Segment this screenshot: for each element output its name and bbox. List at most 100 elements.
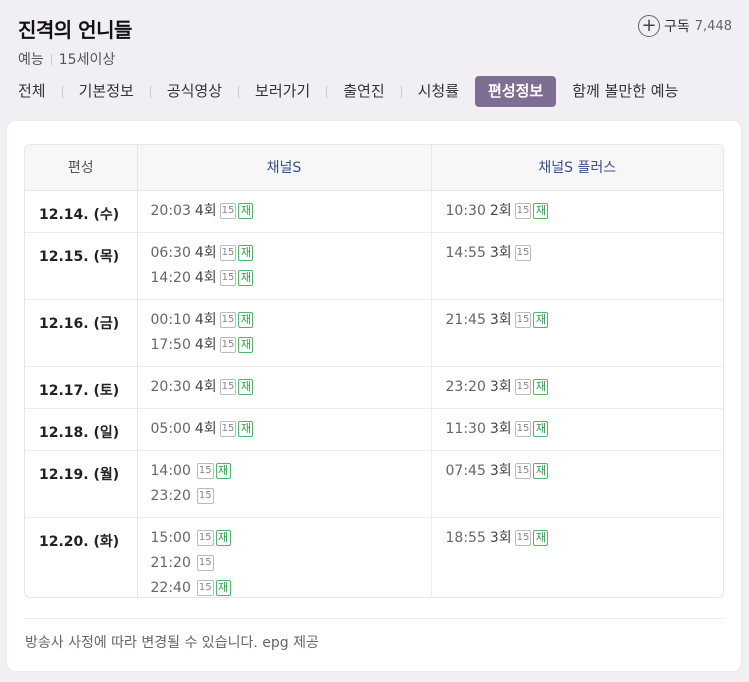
- tab-4[interactable]: 출연진: [343, 76, 384, 107]
- schedule-date: 12.19. (월): [25, 450, 138, 518]
- age-15-badge: 15: [196, 530, 214, 546]
- schedule-row: 12.14. (수) 20:03 4회 15 재 10:30 2회 15 재: [25, 190, 724, 233]
- tab-6[interactable]: 편성정보: [475, 76, 557, 107]
- schedule-row: 12.19. (월) 14:00 15 재 23:20 15 07:45 3회 15 재: [25, 450, 724, 518]
- tab-3[interactable]: 보러가기: [255, 76, 310, 107]
- tab-1[interactable]: 기본정보: [79, 76, 134, 107]
- schedule-date: 12.14. (수): [25, 190, 138, 233]
- rerun-badge: 재: [533, 379, 549, 395]
- schedule-date: 12.18. (일): [25, 408, 138, 451]
- schedule-row: 12.20. (화) 15:00 15 재 21:20 15 22:40 15 재 18:55 3회…: [25, 517, 724, 598]
- broadcast-time: 23:20: [445, 378, 486, 395]
- episode-number: 4회: [194, 202, 217, 219]
- broadcast-entry[interactable]: 11:30 3회 15 재: [446, 417, 724, 442]
- schedule-date: 12.20. (화): [25, 517, 138, 597]
- channel-s-slots: 00:10 4회 15 재 17:50 4회 15 재: [137, 299, 432, 367]
- rerun-badge: 재: [238, 270, 254, 286]
- broadcast-time: 15:00: [150, 529, 191, 546]
- tab-7[interactable]: 함께 볼만한 예능: [572, 76, 678, 107]
- channel-s-plus-slots: 07:45 3회 15 재: [431, 450, 724, 518]
- episode-number: 3회: [489, 462, 512, 479]
- episode-number: 3회: [489, 420, 512, 437]
- broadcast-entry[interactable]: 23:20 3회 15 재: [446, 375, 724, 400]
- age-15-badge: 15: [219, 312, 237, 328]
- age-15-badge: 15: [219, 421, 237, 437]
- rerun-badge: 재: [238, 379, 254, 395]
- rerun-badge: 재: [533, 530, 549, 546]
- rerun-badge: 재: [215, 463, 231, 479]
- broadcast-entry[interactable]: 21:45 3회 15 재: [446, 308, 724, 333]
- broadcast-entry[interactable]: 07:45 3회 15 재: [446, 459, 724, 484]
- age-15-badge: 15: [514, 203, 532, 219]
- broadcast-entry[interactable]: 18:55 3회 15 재: [446, 526, 724, 551]
- age-15-badge: 15: [219, 337, 237, 353]
- broadcast-entry[interactable]: 10:30 2회 15 재: [446, 199, 724, 224]
- rerun-badge: 재: [533, 203, 549, 219]
- broadcast-time: 14:20: [150, 269, 191, 286]
- rerun-badge: 재: [533, 463, 549, 479]
- broadcast-entry[interactable]: 14:20 4회 15 재: [151, 266, 431, 291]
- broadcast-time: 18:55: [445, 529, 486, 546]
- schedule-row: 12.18. (일) 05:00 4회 15 재 11:30 3회 15 재: [25, 408, 724, 451]
- broadcast-time: 20:03: [150, 202, 191, 219]
- tab-5[interactable]: 시청률: [418, 76, 459, 107]
- tab-divider: [149, 85, 151, 98]
- schedule-card: 편성 채널S 채널S 플러스 12.14. (수) 20:03 4회 15 재 10:30…: [7, 121, 741, 671]
- rerun-badge: 재: [238, 312, 254, 328]
- episode-number: 4회: [194, 269, 217, 286]
- age-15-badge: 15: [514, 530, 532, 546]
- channel-s-plus-slots: 21:45 3회 15 재: [431, 299, 724, 367]
- broadcast-entry[interactable]: 05:00 4회 15 재: [151, 417, 431, 442]
- tab-2[interactable]: 공식영상: [167, 76, 222, 107]
- broadcast-entry[interactable]: 06:30 4회 15 재: [151, 241, 431, 266]
- channel-s-slots: 20:03 4회 15 재: [137, 190, 432, 233]
- age-15-badge: 15: [219, 245, 237, 261]
- episode-number: 3회: [489, 529, 512, 546]
- broadcast-entry[interactable]: 15:00 15 재: [151, 526, 431, 551]
- broadcast-time: 05:00: [150, 420, 191, 437]
- age-15-badge: 15: [219, 379, 237, 395]
- broadcast-entry[interactable]: 21:20 15: [151, 551, 431, 576]
- broadcast-time: 11:30: [445, 420, 486, 437]
- schedule-table: 편성 채널S 채널S 플러스 12.14. (수) 20:03 4회 15 재 10:30…: [24, 144, 724, 598]
- divider: [24, 618, 724, 619]
- age-15-badge: 15: [514, 463, 532, 479]
- channel-s-slots: 06:30 4회 15 재 14:20 4회 15 재: [137, 232, 432, 300]
- genre-label[interactable]: 예능: [18, 49, 44, 69]
- rerun-badge: 재: [533, 312, 549, 328]
- program-title: 진격의 언니들: [18, 18, 132, 42]
- tab-divider: [61, 85, 63, 98]
- broadcast-time: 14:55: [445, 244, 486, 261]
- broadcast-entry[interactable]: 14:00 15 재: [151, 459, 431, 484]
- broadcast-entry[interactable]: 22:40 15 재: [151, 576, 431, 598]
- broadcast-entry[interactable]: 00:10 4회 15 재: [151, 308, 431, 333]
- rerun-badge: 재: [238, 421, 254, 437]
- age-15-badge: 15: [514, 421, 532, 437]
- episode-number: 4회: [194, 244, 217, 261]
- broadcast-entry[interactable]: 20:03 4회 15 재: [151, 199, 431, 224]
- tab-0[interactable]: 전체: [18, 76, 46, 107]
- rerun-badge: 재: [238, 337, 254, 353]
- broadcast-time: 06:30: [150, 244, 191, 261]
- schedule-date: 12.17. (토): [25, 366, 138, 409]
- age-15-badge: 15: [196, 555, 214, 571]
- channel-s-slots: 20:30 4회 15 재: [137, 366, 432, 409]
- channel-s-header: 채널S: [137, 145, 432, 191]
- broadcast-entry[interactable]: 14:55 3회 15: [446, 241, 724, 266]
- schedule-row: 12.17. (토) 20:30 4회 15 재 23:20 3회 15 재: [25, 366, 724, 409]
- age-15-badge: 15: [219, 270, 237, 286]
- episode-number: 4회: [194, 336, 217, 353]
- channel-s-plus-slots: 18:55 3회 15 재: [431, 517, 724, 597]
- date-column-header: 편성: [25, 145, 138, 191]
- broadcast-entry[interactable]: 20:30 4회 15 재: [151, 375, 431, 400]
- broadcast-entry[interactable]: 23:20 15: [151, 484, 431, 509]
- broadcast-entry[interactable]: 17:50 4회 15 재: [151, 333, 431, 358]
- channel-s-plus-slots: 23:20 3회 15 재: [431, 366, 724, 409]
- subscribe-button[interactable]: + 구독 7,448: [638, 15, 732, 37]
- age-rating-label: 15세이상: [58, 52, 116, 68]
- broadcast-time: 17:50: [150, 336, 191, 353]
- broadcast-time: 00:10: [150, 311, 191, 328]
- plus-icon: +: [638, 15, 661, 37]
- age-15-badge: 15: [196, 463, 214, 479]
- channel-s-slots: 14:00 15 재 23:20 15: [137, 450, 432, 518]
